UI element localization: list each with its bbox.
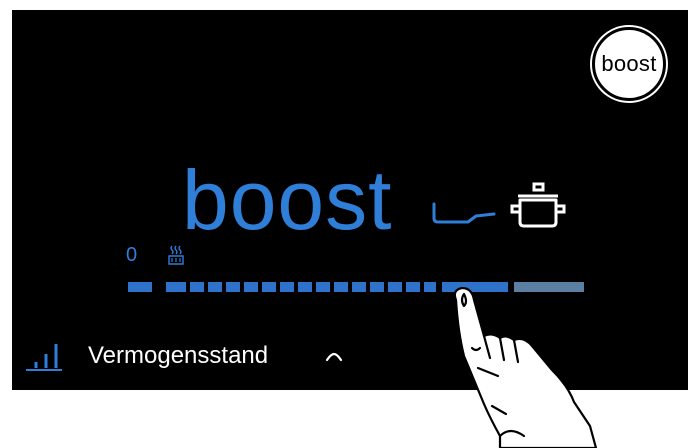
slider-segment-14[interactable]	[406, 282, 420, 292]
slider-segment-6[interactable]	[262, 282, 276, 292]
boost-button[interactable]: boost	[592, 27, 666, 101]
slider-segment-7[interactable]	[280, 282, 294, 292]
slider-segment-11[interactable]	[352, 282, 366, 292]
slider-segment-2[interactable]	[190, 282, 204, 292]
slider-segment-zero[interactable]	[128, 282, 152, 292]
pot-icon	[510, 182, 566, 228]
slider-segment-4[interactable]	[226, 282, 240, 292]
keep-warm-icon	[168, 245, 184, 265]
slider-segment-15[interactable]	[424, 282, 436, 292]
slider-segment-10[interactable]	[334, 282, 348, 292]
slider-segment-8[interactable]	[298, 282, 312, 292]
slider-segment-1[interactable]	[166, 282, 186, 292]
slider-segment-9[interactable]	[316, 282, 330, 292]
boost-button-label: boost	[601, 51, 657, 76]
power-level-menu-label[interactable]: Vermogensstand	[88, 342, 268, 370]
slider-segment-5[interactable]	[244, 282, 258, 292]
slider-segment-13[interactable]	[388, 282, 402, 292]
slider-segment-12[interactable]	[370, 282, 384, 292]
power-level-display: boost	[182, 153, 393, 247]
pointing-hand-icon	[453, 286, 598, 448]
slider-segment-3[interactable]	[208, 282, 222, 292]
power-level-icon[interactable]	[24, 342, 64, 372]
caret-up-icon[interactable]	[324, 350, 344, 364]
frying-pan-icon	[432, 202, 496, 224]
level-zero-label: 0	[126, 244, 138, 266]
